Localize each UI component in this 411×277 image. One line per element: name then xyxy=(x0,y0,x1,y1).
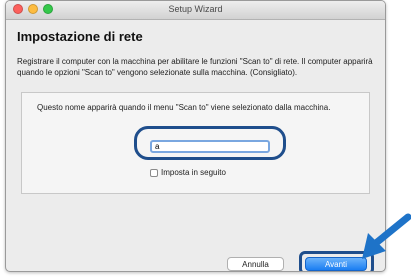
setup-wizard-window: Setup Wizard Impostazione di rete Regist… xyxy=(5,0,386,272)
computer-name-input[interactable] xyxy=(150,140,270,153)
pointer-arrow-icon xyxy=(362,213,411,259)
cancel-button[interactable]: Annulla xyxy=(227,257,284,271)
title-bar: Setup Wizard xyxy=(6,1,385,20)
name-settings-panel: Questo nome apparirà quando il menu "Sca… xyxy=(21,92,370,194)
window-title: Setup Wizard xyxy=(168,4,223,14)
computer-name-label: Questo nome apparirà quando il menu "Sca… xyxy=(37,103,331,112)
page-description: Registrare il computer con la macchina p… xyxy=(17,57,373,77)
page-title: Impostazione di rete xyxy=(17,29,143,44)
checkbox-box[interactable] xyxy=(150,168,158,177)
set-later-label: Imposta in seguito xyxy=(161,168,226,177)
set-later-checkbox[interactable]: Imposta in seguito xyxy=(150,168,226,177)
